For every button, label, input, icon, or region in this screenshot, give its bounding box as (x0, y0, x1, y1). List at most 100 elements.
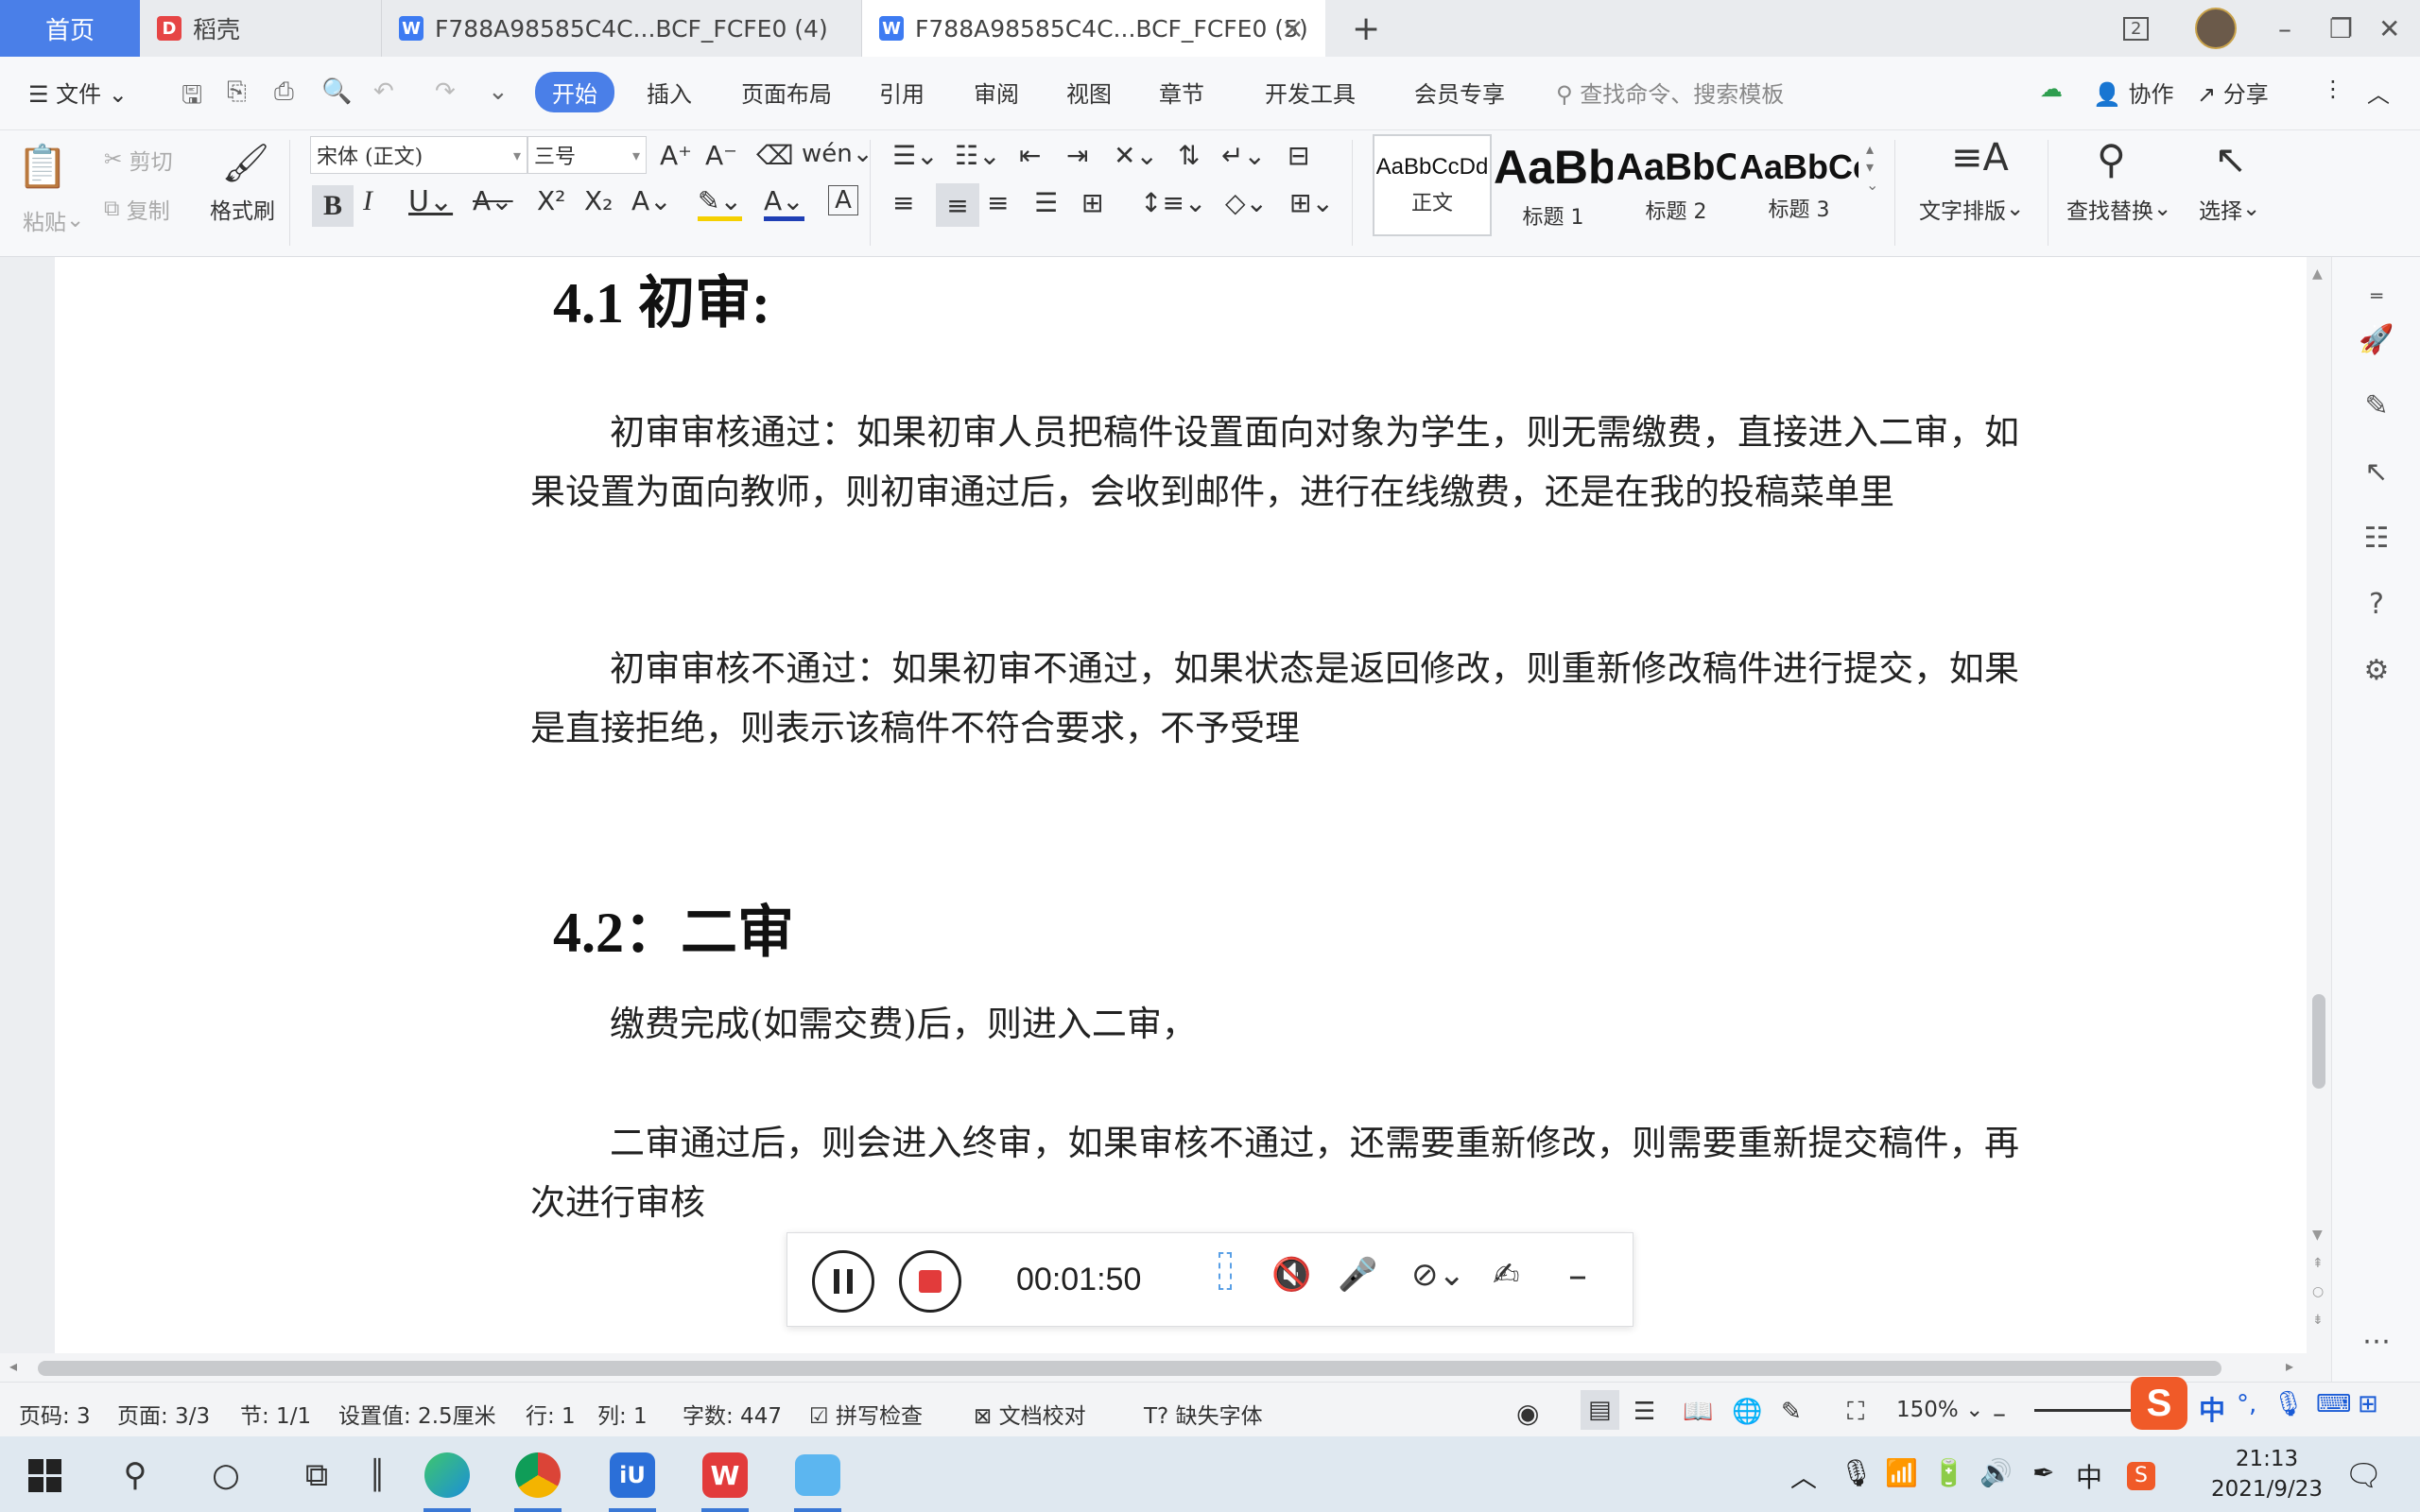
font-color-button[interactable]: A⌄ (764, 185, 804, 221)
numbered-list-icon[interactable]: ☷⌄ (955, 140, 1001, 171)
outline-view-icon[interactable]: ☰ (1634, 1398, 1655, 1426)
file-menu[interactable]: ☰ 文件 ⌄ (28, 76, 128, 109)
styles-scroll-icon[interactable]: ▴ ▾ ⌄ (1866, 140, 1878, 194)
find-replace-icon[interactable]: ⚲ (2097, 136, 2126, 182)
style-heading-3[interactable]: AaBbCc 标题 3 (1739, 134, 1858, 236)
spell-check-button[interactable]: ☑ 拼写检查 (809, 1398, 923, 1430)
menu-developer[interactable]: 开发工具 (1265, 76, 1356, 109)
phonetic-guide-icon[interactable]: wén⌄ (802, 140, 873, 168)
menu-insert[interactable]: 插入 (647, 76, 692, 109)
paste-button[interactable]: 粘贴 ⌄ (23, 204, 84, 236)
tab-home[interactable]: 首页 (0, 0, 140, 57)
screen-recorder-app-icon[interactable] (790, 1448, 845, 1503)
battery-icon[interactable]: 🔋 (1932, 1457, 1965, 1488)
wps-office-icon[interactable]: W (698, 1448, 752, 1503)
select-cursor-icon[interactable]: ↖ (2214, 136, 2247, 182)
document-proof-button[interactable]: ⊠ 文档校对 (974, 1398, 1086, 1430)
shrink-font-icon[interactable]: A⁻ (705, 140, 737, 171)
pen-icon[interactable]: ✎ (2360, 389, 2393, 422)
line-spacing-icon[interactable]: ↕≡⌄ (1140, 187, 1206, 218)
command-search[interactable]: ⚲ 查找命令、搜索模板 (1556, 76, 1784, 109)
network-icon[interactable]: 📶 (1885, 1457, 1918, 1488)
grow-font-icon[interactable]: A⁺ (660, 140, 692, 171)
zoom-slider[interactable] (2034, 1409, 2138, 1412)
settings-sliders-icon[interactable]: ☷ (2360, 522, 2393, 555)
cloud-sync-icon[interactable]: ☁ (2040, 76, 2063, 102)
undo-icon[interactable]: ↶ (373, 77, 394, 106)
align-right-button[interactable]: ≡ (987, 187, 1009, 218)
ime-voice-icon[interactable]: 🎙 (2273, 1390, 2304, 1418)
font-size-select[interactable]: 三号 (527, 136, 647, 174)
avatar[interactable] (2195, 0, 2237, 57)
copy-button[interactable]: ⧉ 复制 (104, 193, 170, 225)
rocket-icon[interactable]: 🚀 (2359, 323, 2394, 356)
bold-button[interactable]: B (312, 185, 354, 227)
ime-tray-icon[interactable]: 中 (2076, 1457, 2102, 1495)
sogou-tray-icon[interactable]: S (2127, 1457, 2155, 1490)
align-center-button[interactable]: ≡ (936, 183, 979, 227)
increase-indent-icon[interactable]: ⇥ (1066, 140, 1088, 171)
microphone-tray-icon[interactable]: 🎙 (1840, 1457, 1874, 1488)
menu-references[interactable]: 引用 (879, 76, 925, 109)
pen-tray-icon[interactable]: ✒ (2032, 1457, 2054, 1488)
cursor-icon[interactable]: ↖ (2360, 455, 2393, 489)
format-painter-button[interactable]: 格式刷 (210, 193, 275, 225)
web-view-icon[interactable]: 🌐 (1732, 1398, 1762, 1426)
decrease-indent-icon[interactable]: ⇤ (1019, 140, 1041, 171)
camera-off-icon[interactable]: ⊘⌄ (1411, 1256, 1465, 1294)
select-button[interactable]: 选择 ⌄ (2199, 193, 2260, 225)
style-heading-2[interactable]: AaBbC 标题 2 (1616, 134, 1736, 236)
system-clock[interactable]: 21:13 2021/9/23 (2210, 1444, 2324, 1504)
text-effect-button[interactable]: A⌄ (631, 185, 672, 216)
sort-icon[interactable]: ⇅ (1178, 140, 1200, 171)
ime-keyboard-icon[interactable]: ⌨ (2316, 1390, 2352, 1418)
status-page-number[interactable]: 页码: 3 (19, 1398, 91, 1430)
close-tab-icon[interactable]: × (1281, 12, 1305, 45)
paste-icon[interactable]: 📋 (17, 138, 69, 195)
ime-punctuation-icon[interactable]: °, (2237, 1390, 2256, 1418)
superscript-button[interactable]: X² (537, 185, 565, 216)
bullet-list-icon[interactable]: ☰⌄ (892, 140, 939, 171)
reading-view-icon[interactable]: 📖 (1683, 1398, 1713, 1426)
format-painter-icon[interactable]: 🖌 (222, 134, 270, 191)
collapse-ribbon-icon[interactable]: ︿ (2367, 76, 2390, 109)
chrome-browser-icon[interactable] (510, 1448, 565, 1503)
scroll-left-icon[interactable]: ◂ (9, 1357, 17, 1375)
volume-icon[interactable]: 🔊 (1979, 1457, 2013, 1488)
annotate-pen-icon[interactable]: ✍ (1493, 1256, 1520, 1294)
strikethrough-button[interactable]: A⌄ (473, 185, 513, 216)
cut-button[interactable]: ✂ 剪切 (104, 144, 173, 176)
panel-handle-icon[interactable]: ═ (2360, 280, 2393, 312)
text-layout-icon[interactable]: ≡A (1951, 136, 2009, 180)
text-layout-button[interactable]: 文字排版 ⌄ (1919, 193, 2024, 225)
underline-button[interactable]: U⌄ (408, 185, 453, 218)
missing-font-button[interactable]: T? 缺失字体 (1144, 1398, 1263, 1430)
shading-icon[interactable]: ◇⌄ (1225, 187, 1268, 218)
customize-toolbar-icon[interactable]: ⌄ (488, 77, 509, 106)
chinese-layout-icon[interactable]: ✕⌄ (1114, 140, 1158, 171)
document-page[interactable]: 4.1 初审: 初审审核通过：如果初审人员把稿件设置面向对象为学生，则无需缴费，… (55, 257, 2307, 1353)
status-pages[interactable]: 页面: 3/3 (117, 1398, 210, 1430)
new-tab-button[interactable]: + (1352, 0, 1380, 57)
write-mode-icon[interactable]: ✎ (1781, 1398, 1802, 1426)
menu-view[interactable]: 视图 (1066, 76, 1112, 109)
ruler-icon[interactable]: ⊟ (1288, 140, 1309, 171)
show-hidden-icons-icon[interactable]: ︿ (1790, 1457, 1817, 1495)
page-nav-icons[interactable]: ▼ ⇞ ○ ⇟ (2312, 1221, 2324, 1334)
minimize-button[interactable]: – (2278, 0, 2291, 57)
more-options-icon[interactable]: ⋮ (2322, 76, 2344, 102)
print-preview-icon[interactable]: 🔍 (321, 77, 352, 106)
tab-document-5[interactable]: W F788A98585C4C...BCF_FCFE0 (5) × (862, 0, 1325, 57)
menu-page-layout[interactable]: 页面布局 (741, 76, 832, 109)
status-column[interactable]: 列: 1 (597, 1398, 648, 1430)
status-word-count[interactable]: 字数: 447 (683, 1398, 782, 1430)
show-marks-icon[interactable]: ↵⌄ (1221, 140, 1266, 171)
notification-center-icon[interactable]: 🗨 (2344, 1457, 2383, 1493)
search-icon[interactable]: ⚲ (108, 1448, 163, 1503)
cortana-icon[interactable]: ○ (199, 1448, 253, 1503)
status-setting[interactable]: 设置值: 2.5厘米 (338, 1398, 496, 1430)
find-replace-button[interactable]: 查找替换 ⌄ (2066, 193, 2171, 225)
menu-chapter[interactable]: 章节 (1159, 76, 1204, 109)
eye-protection-icon[interactable]: ◉ (1516, 1398, 1539, 1429)
menu-start[interactable]: 开始 (535, 72, 614, 112)
